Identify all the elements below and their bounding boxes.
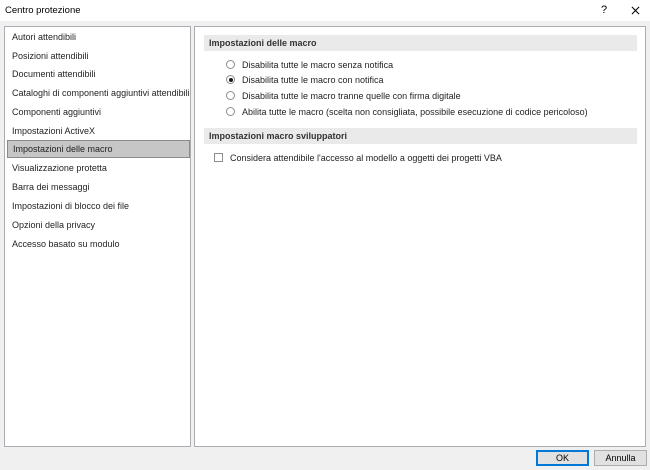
- title-bar: Centro protezione ?: [0, 0, 650, 21]
- sidebar-item-visualizzazione-protetta[interactable]: Visualizzazione protetta: [5, 159, 190, 177]
- sidebar-item-posizioni-attendibili[interactable]: Posizioni attendibili: [5, 47, 190, 65]
- sidebar-item-accesso-modulo[interactable]: Accesso basato su modulo: [5, 235, 190, 253]
- checkbox-label: Considera attendibile l'accesso al model…: [230, 153, 502, 163]
- cancel-button[interactable]: Annulla: [594, 450, 647, 466]
- sidebar-item-privacy[interactable]: Opzioni della privacy: [5, 216, 190, 234]
- sidebar-item-macro[interactable]: Impostazioni delle macro: [7, 140, 190, 158]
- sidebar-item-blocco-file[interactable]: Impostazioni di blocco dei file: [5, 197, 190, 215]
- radio-button[interactable]: [226, 91, 235, 100]
- radio-button[interactable]: [226, 60, 235, 69]
- settings-panel: Impostazioni delle macro Disabilita tutt…: [194, 26, 646, 447]
- option-label: Disabilita tutte le macro senza notifica: [242, 60, 394, 70]
- option-label: Disabilita tutte le macro con notifica: [242, 75, 384, 85]
- help-button[interactable]: ?: [595, 2, 613, 19]
- close-button[interactable]: [626, 2, 644, 19]
- sidebar-nav: Autori attendibili Posizioni attendibili…: [4, 26, 191, 447]
- trust-center-dialog: Centro protezione ? Autori attendibili P…: [0, 0, 650, 470]
- vba-trust-checkbox[interactable]: [214, 153, 223, 162]
- sidebar-item-componenti-aggiuntivi[interactable]: Componenti aggiuntivi: [5, 103, 190, 121]
- sidebar-item-activex[interactable]: Impostazioni ActiveX: [5, 122, 190, 140]
- sidebar-item-cataloghi[interactable]: Cataloghi di componenti aggiuntivi atten…: [5, 84, 190, 102]
- ok-button[interactable]: OK: [536, 450, 589, 466]
- close-icon: [631, 6, 639, 15]
- sidebar-item-documenti-attendibili[interactable]: Documenti attendibili: [5, 65, 190, 83]
- option-label: Abilita tutte le macro (scelta non consi…: [242, 107, 588, 117]
- help-icon: ?: [600, 4, 608, 16]
- macro-settings-header: Impostazioni delle macro: [204, 35, 637, 51]
- dialog-title: Centro protezione: [5, 5, 81, 16]
- developer-settings-header: Impostazioni macro sviluppatori: [204, 128, 637, 144]
- sidebar-item-barra-messaggi[interactable]: Barra dei messaggi: [5, 178, 190, 196]
- radio-button[interactable]: [226, 107, 235, 116]
- radio-button-selected[interactable]: [226, 75, 235, 84]
- sidebar-item-autori-attendibili[interactable]: Autori attendibili: [5, 28, 190, 46]
- option-label: Disabilita tutte le macro tranne quelle …: [242, 91, 461, 101]
